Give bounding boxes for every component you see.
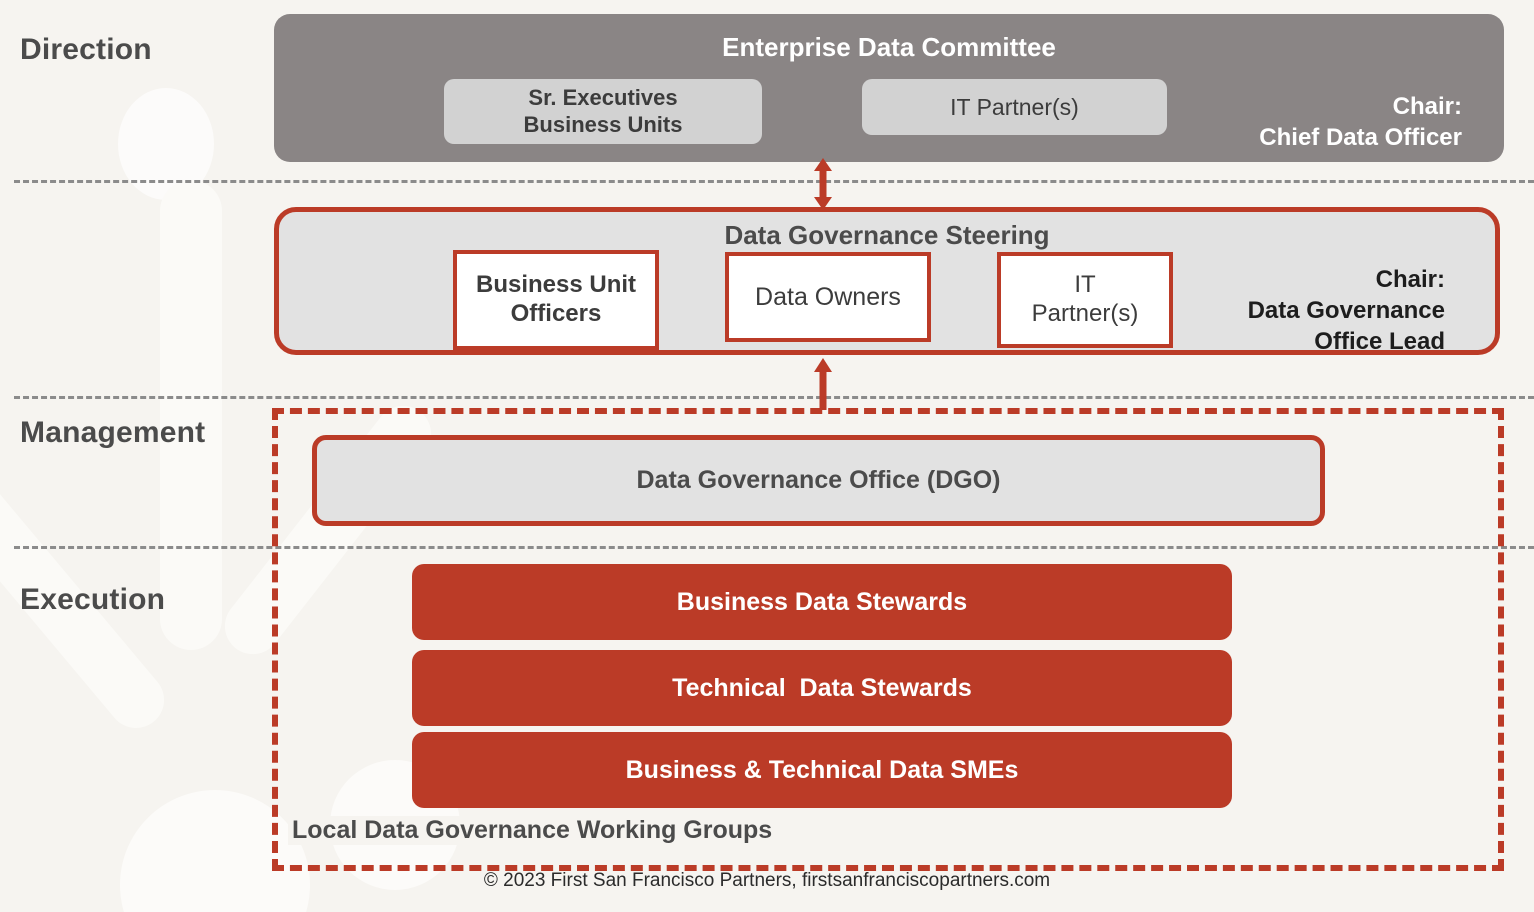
band-divider-management <box>14 396 1534 399</box>
steering-chair-label: Chair: <box>1375 266 1445 293</box>
arrow-management-steering <box>814 358 832 410</box>
chip-it-partners[interactable]: IT Partner(s) <box>862 79 1167 135</box>
tier-label-direction: Direction <box>20 33 152 66</box>
tier-label-execution: Execution <box>20 583 166 616</box>
committee-chair-value: Chief Data Officer <box>1259 123 1462 151</box>
chip-sr-executives-business-units[interactable]: Sr. Executives Business Units <box>444 79 762 144</box>
steering-chair-value-1: Data Governance <box>1247 297 1445 325</box>
committee-chair-note: Chair: Chief Data Officer <box>1259 92 1462 153</box>
diagram-canvas: Direction Management Execution Enterpris… <box>0 0 1534 912</box>
tier-label-management: Management <box>20 416 206 449</box>
steering-chair-note: Chair: Data Governance Office Lead <box>1248 264 1445 358</box>
box-line-1: Data Owners <box>755 283 901 311</box>
box-data-owners[interactable]: Data Owners <box>725 252 931 342</box>
steward-bar-business-data-stewards[interactable]: Business Data Stewards <box>412 564 1232 640</box>
data-governance-steering-block[interactable]: Data Governance Steering Business Unit O… <box>274 207 1500 355</box>
steering-chair-value-2: Office Lead <box>1314 328 1445 356</box>
committee-title: Enterprise Data Committee <box>722 32 1056 62</box>
steward-bar-technical-data-stewards[interactable]: Technical Data Stewards <box>412 650 1232 726</box>
watermark-shape <box>160 180 222 650</box>
chip-line-1: Sr. Executives <box>528 84 678 110</box>
committee-chair-label: Chair: <box>1392 93 1462 120</box>
enterprise-data-committee-block[interactable]: Enterprise Data Committee Sr. Executives… <box>274 14 1504 162</box>
watermark-shape <box>118 88 214 200</box>
box-it-partners[interactable]: IT Partner(s) <box>997 252 1173 348</box>
box-line-2: Partner(s) <box>1031 300 1139 327</box>
box-line-2: Officers <box>510 300 602 327</box>
box-business-unit-officers[interactable]: Business Unit Officers <box>453 250 659 350</box>
steward-bar-business-technical-data-smes[interactable]: Business & Technical Data SMEs <box>412 732 1232 808</box>
working-groups-caption: Local Data Governance Working Groups <box>288 816 779 845</box>
arrow-committee-steering <box>814 158 832 210</box>
box-line-1: IT <box>1074 271 1096 299</box>
data-governance-office-box[interactable]: Data Governance Office (DGO) <box>312 435 1325 526</box>
band-divider-direction <box>14 180 1534 183</box>
chip-line-2: Business Units <box>523 111 683 137</box>
steering-title: Data Governance Steering <box>724 220 1050 250</box>
copyright-text: © 2023 First San Francisco Partners, fir… <box>483 870 1051 891</box>
box-line-1: Business Unit <box>475 271 637 299</box>
